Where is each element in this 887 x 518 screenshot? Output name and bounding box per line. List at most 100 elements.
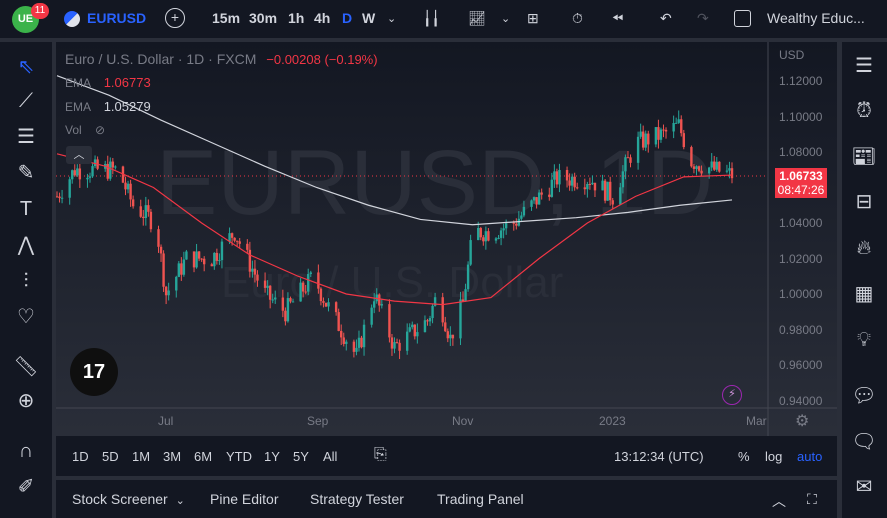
candle-body	[515, 223, 518, 226]
tab-strategy-tester[interactable]: Strategy Tester	[310, 491, 404, 507]
maximize-icon[interactable]: ⛶	[807, 491, 817, 508]
percent-scale-toggle[interactable]: %	[738, 449, 750, 464]
tab-stock-screener[interactable]: Stock Screener ⌄	[72, 491, 185, 507]
magnet-icon[interactable]: ∩	[13, 438, 39, 464]
add-symbol-icon[interactable]: +	[165, 8, 185, 28]
currency-select[interactable]: USD	[779, 48, 804, 62]
alert-icon[interactable]: ⏱︎	[572, 10, 583, 27]
candle-body	[573, 176, 576, 188]
cursor-icon[interactable]: ⇖	[13, 54, 39, 80]
indicators-icon[interactable]: 📈︎	[468, 10, 486, 27]
lightning-icon[interactable]: ⚡︎	[722, 385, 742, 405]
streams-icon[interactable]: 🗨︎	[850, 428, 878, 456]
log-scale-toggle[interactable]: log	[765, 449, 782, 464]
layout-checkbox[interactable]	[734, 10, 751, 27]
candle-body	[629, 157, 632, 163]
candle-body	[345, 341, 348, 344]
collapse-legend-button[interactable]: ︿	[66, 146, 92, 164]
brush-icon[interactable]: ✎	[13, 160, 39, 186]
candle-body	[56, 196, 59, 198]
heart-icon[interactable]: ♡	[13, 304, 39, 330]
chevron-down-icon[interactable]: ⌄	[387, 12, 396, 25]
candle-body	[317, 272, 320, 289]
chevron-down-icon[interactable]: ⌄	[501, 12, 510, 25]
candle-body	[697, 166, 701, 171]
candle-body	[568, 180, 571, 186]
candle-body	[522, 206, 526, 216]
candle-body	[357, 337, 361, 348]
ideas-bulb-icon[interactable]: 💡︎	[850, 326, 878, 354]
range-6m[interactable]: 6M	[194, 449, 212, 464]
range-1d[interactable]: 1D	[72, 449, 89, 464]
candle-body	[114, 166, 117, 168]
alarm-clock-icon[interactable]: ⏰︎	[850, 97, 878, 125]
interval-30m[interactable]: 30m	[249, 10, 277, 26]
candle-body	[504, 222, 508, 229]
ruler-icon[interactable]: 📏︎	[13, 354, 39, 380]
range-1y[interactable]: 1Y	[264, 449, 280, 464]
range-5y[interactable]: 5Y	[293, 449, 309, 464]
price-chart[interactable]: EURUSD, 1D Euro / U.S. Dollar	[56, 42, 837, 436]
layout-name[interactable]: Wealthy Educ...	[767, 10, 865, 26]
chat-icon[interactable]: 💬︎	[850, 382, 878, 410]
candle-body	[304, 291, 307, 293]
symbol-search[interactable]: EURUSD	[87, 10, 146, 26]
candle-body	[405, 331, 409, 351]
candles-icon[interactable]: ╽╽	[423, 10, 440, 27]
lock-draw-icon[interactable]: ✐	[13, 474, 39, 500]
redo-icon[interactable]: ↷	[697, 10, 709, 27]
candle-body	[238, 241, 241, 244]
auto-scale-toggle[interactable]: auto	[797, 449, 822, 464]
interval-w[interactable]: W	[362, 10, 375, 26]
interval-15m[interactable]: 15m	[212, 10, 240, 26]
candle-body	[268, 285, 272, 300]
undo-icon[interactable]: ↶	[660, 10, 672, 27]
range-all[interactable]: All	[323, 449, 337, 464]
hotlists-fire-icon[interactable]: 🔥︎	[850, 234, 878, 262]
price-tick: 0.98000	[779, 322, 823, 337]
range-3m[interactable]: 3M	[163, 449, 181, 464]
tab-pine-editor[interactable]: Pine Editor	[210, 491, 278, 507]
text-icon[interactable]: T	[13, 196, 39, 222]
candle-body	[700, 170, 703, 174]
news-icon[interactable]: 📰︎	[850, 143, 878, 171]
forecast-icon[interactable]: ⫶	[13, 268, 39, 294]
goto-date-icon[interactable]: ⎘	[374, 446, 387, 464]
tradingview-logo[interactable]: 17	[70, 348, 118, 396]
layout-grid-icon[interactable]: ⊞	[527, 10, 539, 27]
interval-d[interactable]: D	[342, 10, 352, 26]
ema-fast-legend[interactable]: EMA 1.06773	[65, 75, 151, 90]
range-ytd[interactable]: YTD	[226, 449, 252, 464]
candle-body	[256, 274, 259, 281]
clock[interactable]: 13:12:34 (UTC)	[614, 449, 704, 464]
candle-body	[235, 240, 239, 242]
candle-body	[657, 127, 660, 140]
trend-line-icon[interactable]: ⟋	[13, 88, 39, 114]
add-list-icon[interactable]: ⊟	[850, 188, 878, 216]
candle-body	[624, 157, 627, 172]
eye-off-icon[interactable]: ⊘	[95, 123, 105, 137]
calendar-icon[interactable]: ▦	[850, 280, 878, 308]
candle-body	[715, 161, 718, 170]
ema-slow-legend[interactable]: EMA 1.05279	[65, 99, 151, 114]
candle-body	[378, 294, 381, 306]
candle-body	[185, 251, 188, 260]
watchlist-icon[interactable]: ☰	[850, 52, 878, 80]
collapse-panel-icon[interactable]: ︿	[772, 491, 786, 511]
candle-body	[548, 194, 551, 197]
chart-pane[interactable]: EURUSD, 1D Euro / U.S. Dollar Euro / U.S…	[56, 42, 837, 436]
horizontal-lines-icon[interactable]: ☰	[13, 124, 39, 150]
range-1m[interactable]: 1M	[132, 449, 150, 464]
range-5d[interactable]: 5D	[102, 449, 119, 464]
candle-body	[139, 206, 142, 217]
interval-1h[interactable]: 1h	[288, 10, 304, 26]
messages-icon[interactable]: ✉︎	[850, 473, 878, 501]
candle-body	[497, 237, 500, 239]
volume-legend[interactable]: Vol ⊘	[65, 123, 105, 137]
tab-trading-panel[interactable]: Trading Panel	[437, 491, 524, 507]
replay-icon[interactable]: ⏪︎	[612, 10, 623, 27]
pattern-icon[interactable]: ⋀	[13, 232, 39, 258]
interval-4h[interactable]: 4h	[314, 10, 330, 26]
settings-gear-icon[interactable]: ⚙	[795, 411, 809, 431]
zoom-in-icon[interactable]: ⊕	[13, 388, 39, 414]
